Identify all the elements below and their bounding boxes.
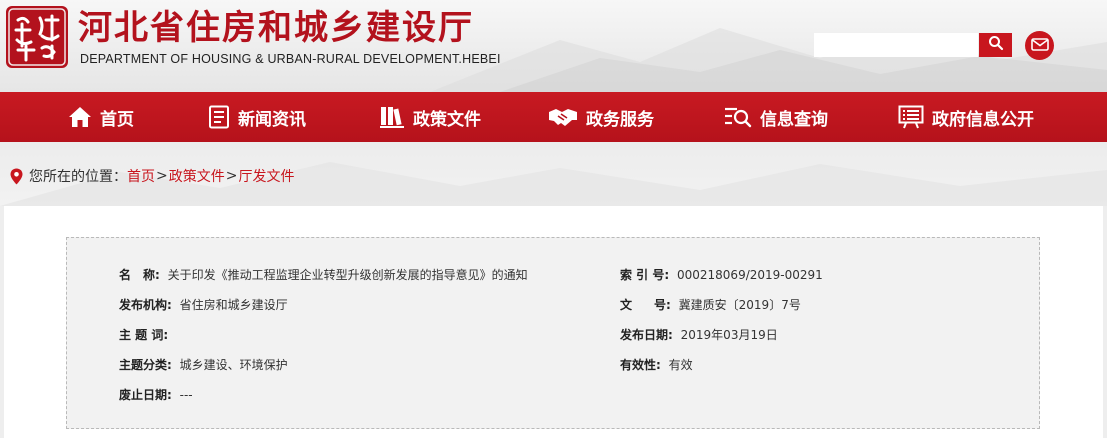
info-org: 发布机构: 省住房和城乡建设厅: [119, 296, 288, 313]
info-org-label: 发布机构:: [119, 298, 172, 312]
info-category: 主题分类: 城乡建设、环境保护: [119, 356, 288, 373]
breadcrumb-link-home[interactable]: 首页: [127, 166, 155, 186]
info-doc-no-label: 文号: [620, 298, 689, 312]
breadcrumb-link-dept-docs[interactable]: 厅发文件: [238, 166, 294, 186]
location-pin-icon: [10, 168, 23, 185]
nav-item-home[interactable]: 首页: [68, 92, 134, 142]
mail-icon: [1030, 36, 1049, 55]
files-icon: [379, 105, 405, 129]
breadcrumb-area: 您所在的位置： 首页 > 政策文件 > 厅发文件: [0, 142, 1107, 206]
nav-item-label: 政务服务: [586, 109, 654, 130]
info-name: 名称: 关于印发《推动工程监理企业转型升级创新发展的指导意见》的通知: [119, 266, 528, 283]
breadcrumb-separator: >: [156, 168, 168, 184]
search-input[interactable]: [814, 33, 978, 57]
info-date: 发布日期: 2019年03月19日: [620, 326, 778, 343]
search-list-icon: [724, 106, 752, 128]
info-org-value: 省住房和城乡建设厅: [179, 298, 288, 312]
site-title: 河北省住房和城乡建设厅: [78, 8, 474, 48]
nav-item-services[interactable]: 政务服务: [548, 92, 654, 142]
info-date-value: 2019年03月19日: [680, 328, 778, 342]
nav-item-label: 新闻资讯: [238, 109, 306, 130]
info-keywords: 主 题 词:: [119, 326, 172, 343]
info-expiry-label: 废止日期:: [119, 388, 172, 402]
document-icon: [208, 105, 230, 129]
main-nav: 首页 新闻资讯 政策文件 政务服务 信息查询 政府信息公开: [0, 92, 1107, 142]
info-expiry-value: ---: [179, 388, 193, 402]
breadcrumb: 您所在的位置： 首页 > 政策文件 > 厅发文件: [10, 166, 294, 186]
notice-board-icon: [898, 105, 924, 129]
info-category-value: 城乡建设、环境保护: [179, 358, 288, 372]
breadcrumb-prefix: 您所在的位置：: [29, 169, 127, 185]
info-index-value: 000218069/2019-00291: [676, 268, 823, 282]
nav-item-policy[interactable]: 政策文件: [379, 92, 481, 142]
nav-item-label: 首页: [100, 109, 134, 130]
seal-logo[interactable]: [6, 6, 68, 68]
info-expiry: 废止日期: ---: [119, 386, 193, 403]
site-subtitle: DEPARTMENT OF HOUSING & URBAN-RURAL DEVE…: [80, 52, 501, 66]
nav-item-open-info[interactable]: 政府信息公开: [898, 92, 1034, 142]
info-validity-label: 有效性:: [620, 358, 661, 372]
handshake-icon: [548, 106, 578, 128]
info-validity-value: 有效: [668, 358, 693, 372]
site-header: 河北省住房和城乡建设厅 DEPARTMENT OF HOUSING & URBA…: [0, 0, 1107, 92]
search-button[interactable]: [979, 33, 1012, 57]
home-icon: [68, 106, 92, 128]
info-index: 索 引 号: 000218069/2019-00291: [620, 266, 823, 283]
info-category-label: 主题分类:: [119, 358, 172, 372]
nav-item-news[interactable]: 新闻资讯: [208, 92, 306, 142]
colon: :: [666, 298, 671, 312]
main-content: 名称: 关于印发《推动工程监理企业转型升级创新发展的指导意见》的通知 索 引 号…: [4, 206, 1103, 438]
nav-item-query[interactable]: 信息查询: [724, 92, 828, 142]
info-validity: 有效性: 有效: [620, 356, 693, 373]
info-name-value: 关于印发《推动工程监理企业转型升级创新发展的指导意见》的通知: [167, 268, 528, 282]
info-index-label: 索 引 号:: [620, 268, 670, 282]
nav-item-label: 政策文件: [413, 109, 481, 130]
breadcrumb-separator: >: [225, 168, 238, 184]
colon: :: [155, 268, 160, 282]
info-date-label: 发布日期:: [620, 328, 673, 342]
info-doc-no-value: 冀建质安〔2019〕7号: [678, 298, 801, 312]
nav-item-label: 信息查询: [760, 109, 828, 130]
breadcrumb-link-policy[interactable]: 政策文件: [169, 166, 225, 186]
info-keywords-label: 主 题 词:: [119, 328, 169, 342]
info-doc-no: 文号: 冀建质安〔2019〕7号: [620, 296, 801, 313]
search-icon: [988, 35, 1004, 55]
nav-item-label: 政府信息公开: [932, 109, 1034, 130]
mail-button[interactable]: [1025, 31, 1054, 60]
info-name-label: 名称: [119, 268, 168, 282]
document-info-box: 名称: 关于印发《推动工程监理企业转型升级创新发展的指导意见》的通知 索 引 号…: [66, 237, 1040, 429]
